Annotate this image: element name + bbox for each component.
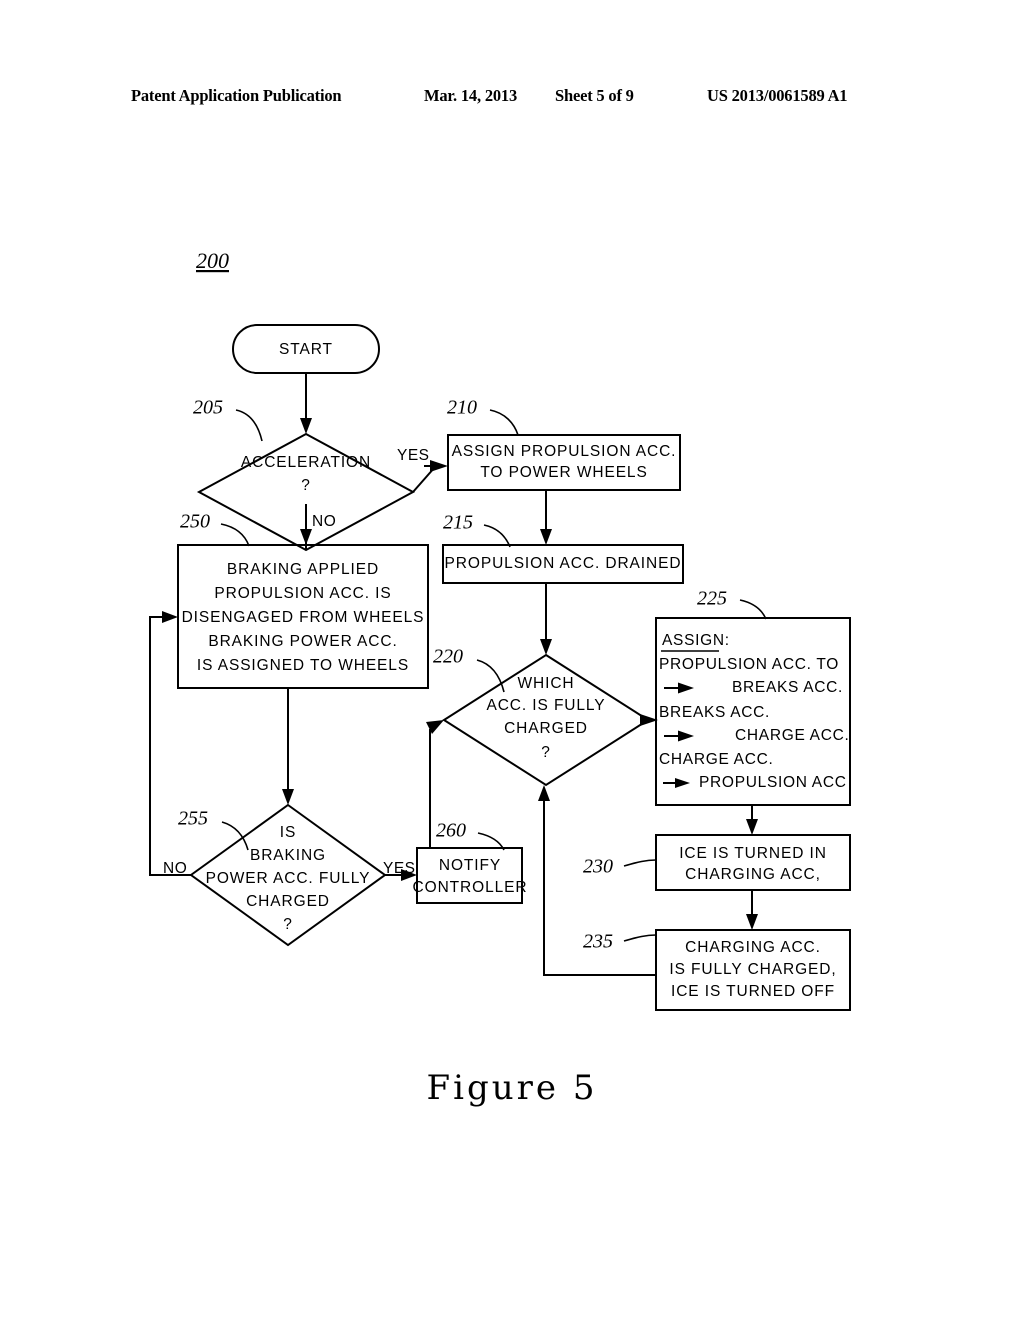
node-225-line-3: CHARGE ACC. [735, 727, 850, 744]
node-260-line-1: CONTROLLER [413, 879, 528, 896]
ref-label-215: 215 [443, 512, 473, 534]
arrow-210-to-215 [540, 529, 552, 545]
ref-label-250: 250 [180, 511, 210, 533]
branch-label-205-no: NO [312, 513, 336, 530]
arrow-235-to-220 [538, 785, 550, 801]
node-250-line-2: DISENGAGED FROM WHEELS [182, 609, 425, 626]
node-210-line-1: TO POWER WHEELS [480, 464, 647, 481]
arrow-205-no-to-250 [300, 529, 312, 545]
node-255-line-0: IS [280, 824, 296, 841]
branch-label-205-yes: YES [397, 447, 430, 464]
ref-label-255: 255 [178, 808, 208, 830]
node-250-line-4: IS ASSIGNED TO WHEELS [197, 657, 409, 674]
node-start-label: START [279, 341, 333, 358]
arrow-260-to-220 [426, 720, 444, 734]
arrow-215-to-220 [540, 639, 552, 655]
node-225-line-5: PROPULSION ACC [699, 774, 847, 791]
arrow-205-yes-to-210 [430, 460, 448, 472]
node-260-line-0: NOTIFY [439, 857, 501, 874]
node-205-line-0: ACCELERATION [241, 454, 371, 471]
node-235-line-1: IS FULLY CHARGED, [669, 961, 836, 978]
flowchart-diagram: 200 START ACCELERATION ? 205 YES NO ASSI… [0, 0, 1024, 1320]
ref-label-225: 225 [697, 588, 727, 610]
assign-arrow-icon-1 [678, 682, 694, 694]
node-235-line-0: CHARGING ACC. [685, 939, 821, 956]
arrow-start-to-205 [300, 418, 312, 434]
node-250-line-1: PROPULSION ACC. IS [214, 585, 391, 602]
node-215-line-0: PROPULSION ACC. DRAINED [445, 555, 682, 572]
ref-label-260: 260 [436, 820, 466, 842]
diagram-ref-200: 200 [196, 248, 229, 273]
node-220-line-2: CHARGED [504, 720, 588, 737]
node-235-line-2: ICE IS TURNED OFF [671, 983, 835, 1000]
assign-arrow-icon-2 [678, 730, 694, 742]
node-250-line-3: BRAKING POWER ACC. [208, 633, 397, 650]
ref-label-230: 230 [583, 856, 613, 878]
arrow-230-to-235 [746, 914, 758, 930]
node-250-line-0: BRAKING APPLIED [227, 561, 379, 578]
node-225-line-0: PROPULSION ACC. TO [659, 656, 839, 673]
ref-label-205: 205 [193, 397, 223, 419]
ref-label-220: 220 [433, 646, 463, 668]
node-220-line-1: ACC. IS FULLY [486, 697, 605, 714]
arrow-250-to-255 [282, 789, 294, 805]
node-255-line-3: CHARGED [246, 893, 330, 910]
node-225-heading: ASSIGN: [662, 632, 730, 649]
assign-arrow-icon-3 [675, 778, 690, 788]
node-255-line-1: BRAKING [250, 847, 326, 864]
node-230-line-1: CHARGING ACC, [685, 866, 821, 883]
node-225-line-2: BREAKS ACC. [659, 704, 770, 721]
node-225-line-1: BREAKS ACC. [732, 679, 843, 696]
node-205-line-1: ? [301, 477, 311, 494]
node-210-line-0: ASSIGN PROPULSION ACC. [452, 443, 677, 460]
node-220-line-0: WHICH [517, 675, 574, 692]
node-220-line-3: ? [541, 744, 551, 761]
node-230-line-0: ICE IS TURNED IN [679, 845, 827, 862]
arrow-225-to-230 [746, 819, 758, 835]
node-255-line-2: POWER ACC. FULLY [206, 870, 371, 887]
node-255-line-4: ? [283, 916, 293, 933]
arrow-255-no-to-250 [162, 611, 178, 623]
figure-caption: Figure 5 [426, 1068, 598, 1108]
ref-label-235: 235 [583, 931, 613, 953]
ref-label-210: 210 [447, 397, 477, 419]
node-225-line-4: CHARGE ACC. [659, 751, 774, 768]
